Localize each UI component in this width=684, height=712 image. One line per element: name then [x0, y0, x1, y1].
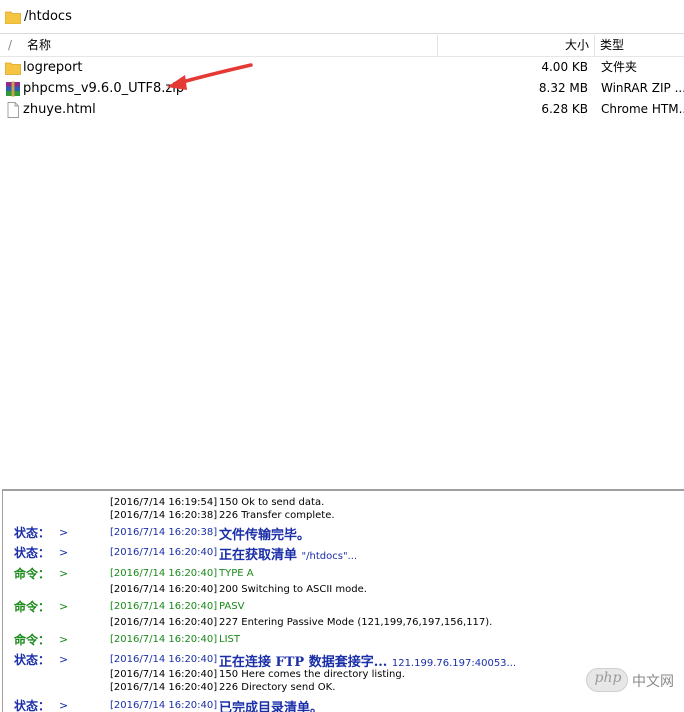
folder-icon [5, 62, 21, 75]
file-row[interactable]: zhuye.html 6.28 KB Chrome HTM... [0, 99, 684, 120]
log-arrow: > [59, 567, 69, 580]
log-timestamp: [2016/7/14 16:20:38] [110, 510, 218, 521]
watermark-text: 中文网 [632, 674, 674, 690]
log-timestamp: [2016/7/14 16:20:40] [110, 601, 218, 612]
log-label: 命令： [14, 600, 51, 614]
message-log[interactable]: [2016/7/14 16:19:54] 150 Ok to send data… [2, 489, 684, 712]
log-message: 150 Ok to send data. [219, 497, 325, 508]
winrar-zip-icon [6, 81, 20, 97]
log-timestamp: [2016/7/14 16:19:54] [110, 497, 218, 508]
log-timestamp: [2016/7/14 16:20:40] [110, 547, 218, 558]
file-name: zhuye.html [23, 102, 96, 117]
log-arrow: > [59, 699, 69, 712]
log-arrow: > [59, 653, 69, 666]
watermark: php 中文网 [586, 668, 678, 692]
log-arrow: > [59, 546, 69, 559]
log-label: 命令： [14, 633, 51, 647]
log-message: 已完成目录清单。 [219, 701, 324, 712]
file-type: 文件夹 [601, 60, 638, 74]
log-label: 状态： [14, 653, 51, 667]
log-message: 正在获取清单 [219, 548, 298, 563]
path-bar[interactable]: /htdocs [0, 0, 684, 34]
log-message: 正在连接 FTP 数据套接字... [219, 655, 388, 670]
log-message: 文件传输完毕。 [219, 528, 311, 543]
log-message: TYPE A [219, 568, 254, 579]
red-arrow-icon [167, 63, 253, 90]
log-arrow: > [59, 526, 69, 539]
folder-icon [5, 11, 21, 24]
log-label: 状态： [14, 699, 51, 712]
column-name[interactable]: 名称 [27, 35, 51, 56]
file-row[interactable]: logreport 4.00 KB 文件夹 [0, 57, 684, 78]
log-timestamp: [2016/7/14 16:20:40] [110, 634, 218, 645]
file-name: logreport [23, 60, 83, 75]
html-file-icon [7, 102, 19, 118]
php-logo: php [586, 668, 628, 692]
log-timestamp: [2016/7/14 16:20:40] [110, 617, 218, 628]
column-divider[interactable] [594, 35, 595, 56]
log-timestamp: [2016/7/14 16:20:40] [110, 682, 218, 693]
log-timestamp: [2016/7/14 16:20:40] [110, 568, 218, 579]
log-message-detail: 121.199.76.197:40053... [391, 658, 517, 669]
log-message: 150 Here comes the directory listing. [219, 669, 405, 680]
log-timestamp: [2016/7/14 16:20:40] [110, 654, 218, 665]
column-type[interactable]: 类型 [600, 35, 624, 56]
log-message: 227 Entering Passive Mode (121,199,76,19… [219, 617, 493, 628]
log-message: 226 Transfer complete. [219, 510, 335, 521]
log-arrow: > [59, 600, 69, 613]
log-message: 226 Directory send OK. [219, 682, 336, 693]
log-arrow: > [59, 633, 69, 646]
file-size: 4.00 KB [541, 60, 588, 74]
file-size: 8.32 MB [538, 81, 588, 95]
file-row[interactable]: phpcms_v9.6.0_UTF8.zip 8.32 MB WinRAR ZI… [0, 78, 684, 99]
log-message-detail: "/htdocs"... [301, 551, 358, 562]
file-type: Chrome HTM... [601, 102, 684, 116]
parent-dir-button[interactable]: / [8, 35, 12, 56]
log-timestamp: [2016/7/14 16:20:38] [110, 527, 218, 538]
log-label: 状态： [14, 546, 51, 560]
file-size: 6.28 KB [541, 102, 588, 116]
current-path: /htdocs [24, 9, 72, 24]
php-logo-text: php [594, 670, 622, 686]
log-label: 命令： [14, 567, 51, 581]
log-timestamp: [2016/7/14 16:20:40] [110, 584, 218, 595]
column-size[interactable]: 大小 [565, 35, 589, 56]
column-divider[interactable] [437, 35, 438, 56]
file-type: WinRAR ZIP ... [601, 81, 684, 95]
file-list-header: / 名称 大小 类型 [0, 35, 684, 57]
log-message: 200 Switching to ASCII mode. [219, 584, 367, 595]
log-message: PASV [219, 601, 245, 612]
log-label: 状态： [14, 526, 51, 540]
log-timestamp: [2016/7/14 16:20:40] [110, 700, 218, 711]
log-timestamp: [2016/7/14 16:20:40] [110, 669, 218, 680]
file-name: phpcms_v9.6.0_UTF8.zip [23, 81, 185, 96]
log-message: LIST [219, 634, 240, 645]
